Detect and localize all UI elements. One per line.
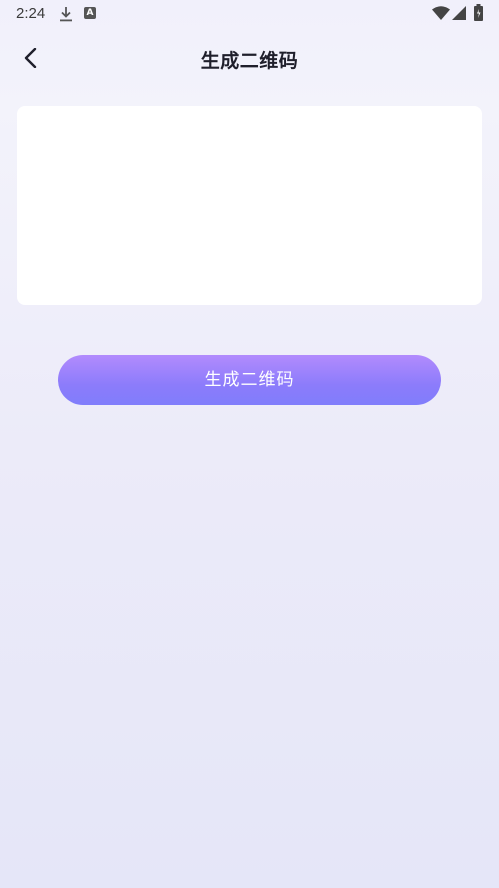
battery-icon (474, 4, 483, 21)
content-input[interactable] (17, 106, 482, 305)
status-bar: 2:24 A (0, 0, 499, 28)
status-time: 2:24 (16, 5, 46, 22)
wifi-icon (432, 6, 450, 20)
header: 生成二维码 (0, 36, 499, 80)
input-card (17, 106, 482, 305)
download-icon (60, 7, 72, 22)
a-icon: A (84, 7, 96, 19)
generate-qr-button[interactable]: 生成二维码 (58, 355, 441, 405)
page-title: 生成二维码 (200, 50, 299, 72)
a-icon-letter: A (86, 8, 94, 18)
signal-icon (452, 6, 466, 20)
